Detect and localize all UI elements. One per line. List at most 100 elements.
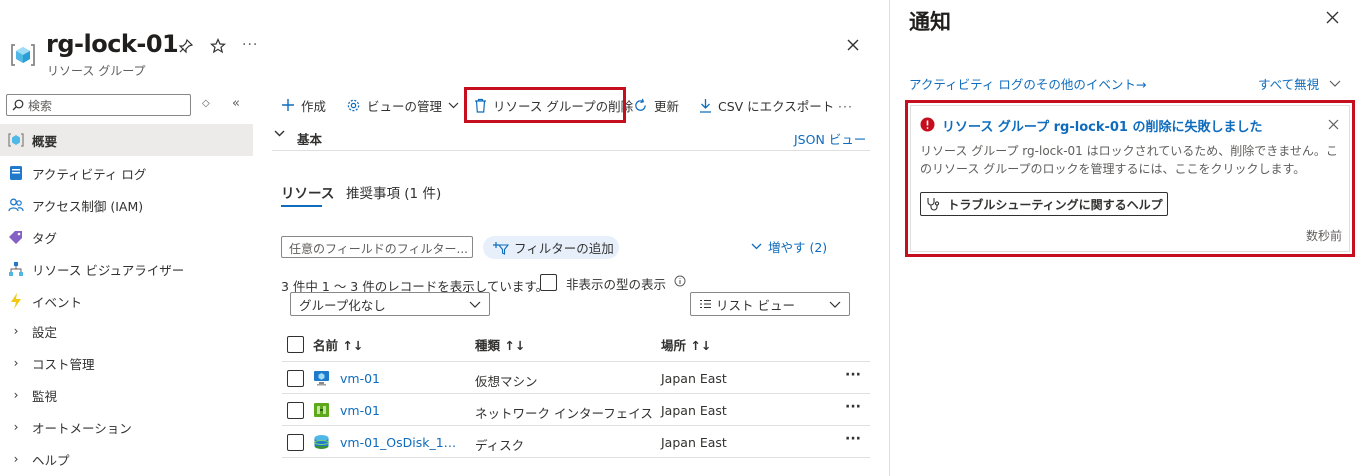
create-button[interactable]: 作成: [281, 94, 326, 116]
sidebar-item-events[interactable]: イベント: [0, 285, 253, 317]
row-more-icon[interactable]: ···: [845, 431, 861, 447]
tab-active-indicator: [281, 205, 322, 207]
add-filter-icon: [493, 241, 509, 255]
row-checkbox[interactable]: [287, 434, 304, 451]
sidebar-item-visualizer[interactable]: リソース ビジュアライザー: [0, 253, 253, 285]
sidebar-item-label: オートメーション: [32, 420, 132, 436]
column-header-type[interactable]: 種類 ↑↓: [475, 335, 525, 354]
row-more-icon[interactable]: ···: [845, 367, 861, 383]
search-icon: [12, 99, 24, 111]
help-button-label: トラブルシューティングに関するヘルプ: [947, 197, 1163, 212]
view-mode-select[interactable]: リスト ビュー: [690, 292, 850, 316]
dismiss-all-button[interactable]: すべて無視: [1258, 74, 1341, 93]
chevron-down-icon[interactable]: [274, 130, 285, 137]
sidebar-item-label: リソース ビジュアライザー: [32, 262, 185, 278]
pin-icon[interactable]: [178, 38, 194, 54]
sidebar-item-overview[interactable]: 概要: [0, 124, 253, 156]
lightning-icon: [8, 293, 24, 309]
divider: [272, 150, 870, 151]
page-title: rg-lock-01: [46, 30, 179, 58]
refresh-button[interactable]: 更新: [633, 94, 679, 116]
troubleshooting-help-button[interactable]: トラブルシューティングに関するヘルプ: [920, 192, 1168, 216]
stethoscope-icon: [925, 197, 941, 211]
page-subtitle: リソース グループ: [47, 64, 146, 78]
row-divider: [282, 361, 870, 362]
chevron-right-icon: ›: [13, 452, 19, 466]
gear-icon: [346, 98, 361, 113]
chevron-down-icon: [751, 243, 762, 250]
sidebar-item-automation[interactable]: › オートメーション: [0, 411, 253, 443]
activity-log-icon: [8, 165, 24, 181]
resource-group-icon: [8, 132, 24, 148]
virtual-machine-icon: [313, 370, 330, 386]
error-icon: [920, 117, 935, 132]
sidebar-item-tags[interactable]: タグ: [0, 221, 253, 253]
sidebar-item-label: 設定: [32, 324, 58, 340]
column-header-location[interactable]: 場所 ↑↓: [661, 335, 711, 354]
show-hidden-types-checkbox[interactable]: [540, 274, 557, 291]
refresh-label: 更新: [654, 98, 680, 114]
sidebar-item-label: 監視: [32, 388, 58, 404]
row-more-icon[interactable]: ···: [845, 399, 861, 415]
resource-group-icon: [10, 42, 36, 68]
more-options-icon[interactable]: ···: [242, 37, 258, 53]
row-checkbox[interactable]: [287, 402, 304, 419]
activity-log-link[interactable]: アクティビティ ログのその他のイベント→: [909, 74, 1146, 93]
notification-timestamp: 数秒前: [1306, 229, 1343, 243]
resource-name-link[interactable]: vm-01: [340, 371, 380, 386]
tab-recommendations[interactable]: 推奨事項 (1 件): [346, 182, 441, 202]
show-hidden-types-label: 非表示の型の表示: [566, 277, 667, 292]
filter-input[interactable]: 任意のフィールドのフィルター...: [281, 236, 473, 258]
tab-resources[interactable]: リソース: [281, 182, 334, 202]
json-view-link[interactable]: JSON ビュー: [794, 129, 866, 148]
add-filter-button[interactable]: フィルターの追加: [483, 236, 619, 259]
star-icon[interactable]: [210, 38, 226, 54]
manage-view-label: ビューの管理: [367, 98, 443, 114]
resource-location: Japan East: [661, 435, 727, 450]
highlight-box: [464, 87, 626, 123]
toolbar-more-icon[interactable]: ···: [838, 95, 853, 117]
group-by-value: グループ化なし: [299, 297, 386, 313]
info-icon[interactable]: [674, 275, 686, 287]
close-icon[interactable]: [1328, 119, 1339, 130]
visualizer-icon: [8, 261, 24, 277]
sidebar-item-settings[interactable]: › 設定: [0, 315, 253, 347]
refresh-icon: [633, 98, 648, 113]
chevron-right-icon: ›: [13, 388, 19, 402]
resource-location: Japan East: [661, 403, 727, 418]
disk-icon: [313, 434, 330, 450]
collapse-sidebar-icon[interactable]: «: [232, 96, 240, 111]
sidebar-item-activity-log[interactable]: アクティビティ ログ: [0, 157, 253, 189]
download-icon: [699, 98, 712, 113]
essentials-toggle[interactable]: 基本: [297, 129, 322, 148]
sidebar-item-cost-management[interactable]: › コスト管理: [0, 347, 253, 379]
chevron-down-icon: [469, 301, 481, 308]
notification-body[interactable]: リソース グループ rg-lock-01 はロックされているため、削除できません…: [920, 142, 1342, 178]
search-placeholder: 検索: [28, 98, 53, 113]
sidebar-item-label: ヘルプ: [32, 452, 70, 468]
network-interface-icon: [313, 402, 330, 418]
close-icon[interactable]: [1326, 11, 1339, 24]
chevron-right-icon: ›: [13, 324, 19, 338]
sidebar-item-label: アクティビティ ログ: [32, 166, 147, 182]
chevron-down-icon: [829, 301, 841, 308]
sidebar-search-input[interactable]: 検索: [6, 94, 191, 116]
row-divider: [282, 457, 870, 458]
manage-view-button[interactable]: ビューの管理: [346, 94, 459, 116]
dismiss-all-label: すべて無視: [1258, 77, 1320, 92]
sidebar-item-help[interactable]: › ヘルプ: [0, 443, 253, 475]
close-icon[interactable]: [846, 38, 860, 52]
expand-filters-button[interactable]: 増やす (2): [751, 237, 827, 256]
sidebar-item-monitoring[interactable]: › 監視: [0, 379, 253, 411]
resource-name-link[interactable]: vm-01_OsDisk_1…: [340, 435, 456, 450]
select-all-checkbox[interactable]: [287, 336, 304, 353]
column-header-name[interactable]: 名前 ↑↓: [313, 335, 363, 354]
resource-name-link[interactable]: vm-01: [340, 403, 380, 418]
export-csv-button[interactable]: CSV にエクスポート: [699, 94, 834, 116]
group-by-select[interactable]: グループ化なし: [290, 292, 490, 316]
sidebar-item-iam[interactable]: アクセス制御 (IAM): [0, 189, 253, 221]
expand-collapse-icon[interactable]: ◇: [202, 98, 210, 109]
tag-icon: [8, 229, 24, 245]
row-checkbox[interactable]: [287, 370, 304, 387]
sidebar-item-label: 概要: [32, 133, 58, 149]
